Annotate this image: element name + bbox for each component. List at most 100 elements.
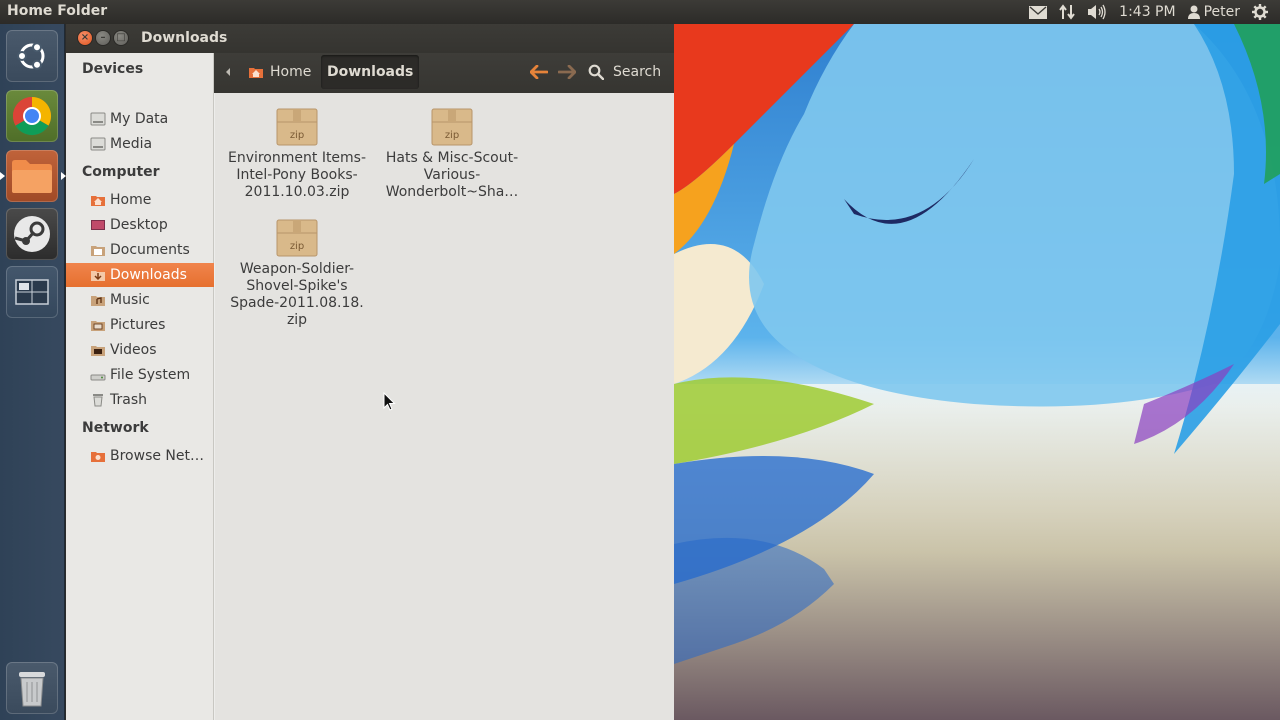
zip-archive-icon: zip — [276, 219, 318, 257]
file-name: Hats & Misc-Scout- Various- Wonderbolt~S… — [385, 150, 519, 200]
chevron-left-icon — [226, 68, 230, 76]
sidebar-item-downloads[interactable]: Downloads — [66, 263, 214, 287]
sidebar-heading-network: Network — [82, 420, 149, 436]
file-view[interactable]: zip Environment Items- Intel-Pony Books-… — [215, 93, 674, 720]
minimize-button[interactable]: – — [96, 31, 110, 45]
places-sidebar: Devices My Data Media Computer Home Desk… — [66, 53, 214, 720]
ubuntu-logo-icon — [17, 42, 45, 70]
sidebar-item-label: Pictures — [110, 317, 166, 333]
sidebar-heading-computer: Computer — [82, 164, 160, 180]
sidebar-item-trash[interactable]: Trash — [66, 388, 214, 412]
maximize-icon: □ — [116, 32, 126, 43]
window-title: Downloads — [141, 30, 228, 46]
drive-icon — [90, 136, 106, 152]
zip-badge: zip — [289, 241, 305, 252]
home-folder-icon — [90, 192, 106, 208]
folder-icon — [12, 160, 52, 193]
toolbar: Home Downloads Search — [214, 53, 674, 93]
zip-archive-icon: zip — [431, 108, 473, 146]
window-titlebar[interactable]: × – □ Downloads — [66, 24, 674, 53]
workspace-switcher[interactable] — [6, 266, 58, 318]
sidebar-item-file-system[interactable]: File System — [66, 363, 214, 387]
mail-icon[interactable] — [1023, 0, 1053, 24]
close-icon: × — [80, 32, 90, 43]
sidebar-item-label: Home — [110, 192, 152, 208]
files-launcher[interactable] — [0, 150, 66, 202]
gear-icon[interactable] — [1246, 0, 1274, 24]
steam-launcher[interactable] — [6, 208, 58, 260]
arrow-right-icon — [558, 65, 576, 79]
network-folder-icon — [90, 448, 106, 464]
trash-launcher[interactable] — [6, 662, 58, 714]
sidebar-item-label: Downloads — [110, 267, 187, 283]
volume-icon[interactable] — [1081, 0, 1113, 24]
zip-archive-icon: zip — [276, 108, 318, 146]
zip-badge: zip — [289, 130, 305, 141]
desktop-wallpaper — [674, 24, 1280, 720]
trash-icon — [19, 672, 45, 707]
home-folder-icon — [248, 65, 264, 79]
desktop-icon — [90, 217, 106, 233]
sidebar-item-label: Media — [110, 136, 153, 152]
sidebar-heading-devices: Devices — [82, 61, 144, 77]
scroll-left-button[interactable] — [222, 61, 234, 83]
wallpaper-art — [674, 24, 1280, 720]
clock[interactable]: 1:43 PM — [1113, 0, 1181, 24]
workspace-icon — [15, 279, 49, 305]
maximize-button[interactable]: □ — [114, 31, 128, 45]
videos-folder-icon — [90, 342, 106, 358]
sidebar-item-browse-network[interactable]: Browse Net… — [66, 444, 214, 468]
sidebar-item-label: File System — [110, 367, 191, 383]
sidebar-item-videos[interactable]: Videos — [66, 338, 214, 362]
drive-icon — [90, 111, 106, 127]
arrow-left-icon — [530, 65, 548, 79]
dash-button[interactable] — [6, 30, 58, 82]
forward-button[interactable] — [555, 61, 579, 83]
file-item[interactable]: zip Environment Items- Intel-Pony Books-… — [227, 108, 367, 201]
top-panel: Home Folder 1:43 PM Peter — [0, 0, 1280, 24]
file-name: Environment Items- Intel-Pony Books- 201… — [227, 150, 367, 200]
harddisk-icon — [90, 367, 106, 383]
close-button[interactable]: × — [78, 31, 92, 45]
sidebar-item-label: My Data — [110, 111, 169, 127]
chrome-icon — [12, 96, 52, 136]
sidebar-item-label: Browse Net… — [110, 448, 205, 464]
sidebar-item-label: Videos — [110, 342, 157, 358]
mouse-cursor-icon — [383, 391, 397, 416]
file-item[interactable]: zip Hats & Misc-Scout- Various- Wonderbo… — [382, 108, 522, 201]
sidebar-item-label: Music — [110, 292, 150, 308]
user-icon — [1187, 5, 1200, 19]
trash-icon — [90, 392, 106, 408]
file-manager-window: × – □ Downloads Devices My Data Media Co… — [66, 24, 674, 720]
search-icon — [588, 64, 604, 80]
pictures-folder-icon — [90, 317, 106, 333]
sidebar-item-desktop[interactable]: Desktop — [66, 213, 214, 237]
steam-icon — [14, 216, 50, 252]
breadcrumb-label: Home — [270, 64, 312, 80]
search-button[interactable]: Search — [588, 61, 674, 83]
minimize-icon: – — [100, 32, 106, 43]
user-menu[interactable]: Peter — [1182, 0, 1246, 24]
sidebar-item-home[interactable]: Home — [66, 188, 214, 212]
user-name: Peter — [1203, 4, 1240, 20]
launcher — [0, 24, 66, 720]
sidebar-item-media[interactable]: Media — [66, 132, 214, 156]
file-item[interactable]: zip Weapon-Soldier- Shovel-Spike's Spade… — [227, 219, 367, 329]
sidebar-item-documents[interactable]: Documents — [66, 238, 214, 262]
breadcrumb-home[interactable]: Home — [248, 55, 311, 89]
breadcrumb-downloads[interactable]: Downloads — [321, 55, 420, 89]
chrome-launcher[interactable] — [6, 90, 58, 142]
documents-folder-icon — [90, 242, 106, 258]
downloads-folder-icon — [90, 267, 106, 283]
sidebar-item-label: Documents — [110, 242, 190, 258]
music-folder-icon — [90, 292, 106, 308]
app-title: Home Folder — [7, 3, 108, 19]
file-name: Weapon-Soldier- Shovel-Spike's Spade-201… — [230, 261, 364, 328]
sidebar-item-pictures[interactable]: Pictures — [66, 313, 214, 337]
search-label: Search — [613, 64, 662, 80]
network-icon[interactable] — [1053, 0, 1081, 24]
sidebar-item-label: Trash — [110, 392, 147, 408]
sidebar-item-my-data[interactable]: My Data — [66, 107, 214, 131]
back-button[interactable] — [527, 61, 551, 83]
sidebar-item-music[interactable]: Music — [66, 288, 214, 312]
